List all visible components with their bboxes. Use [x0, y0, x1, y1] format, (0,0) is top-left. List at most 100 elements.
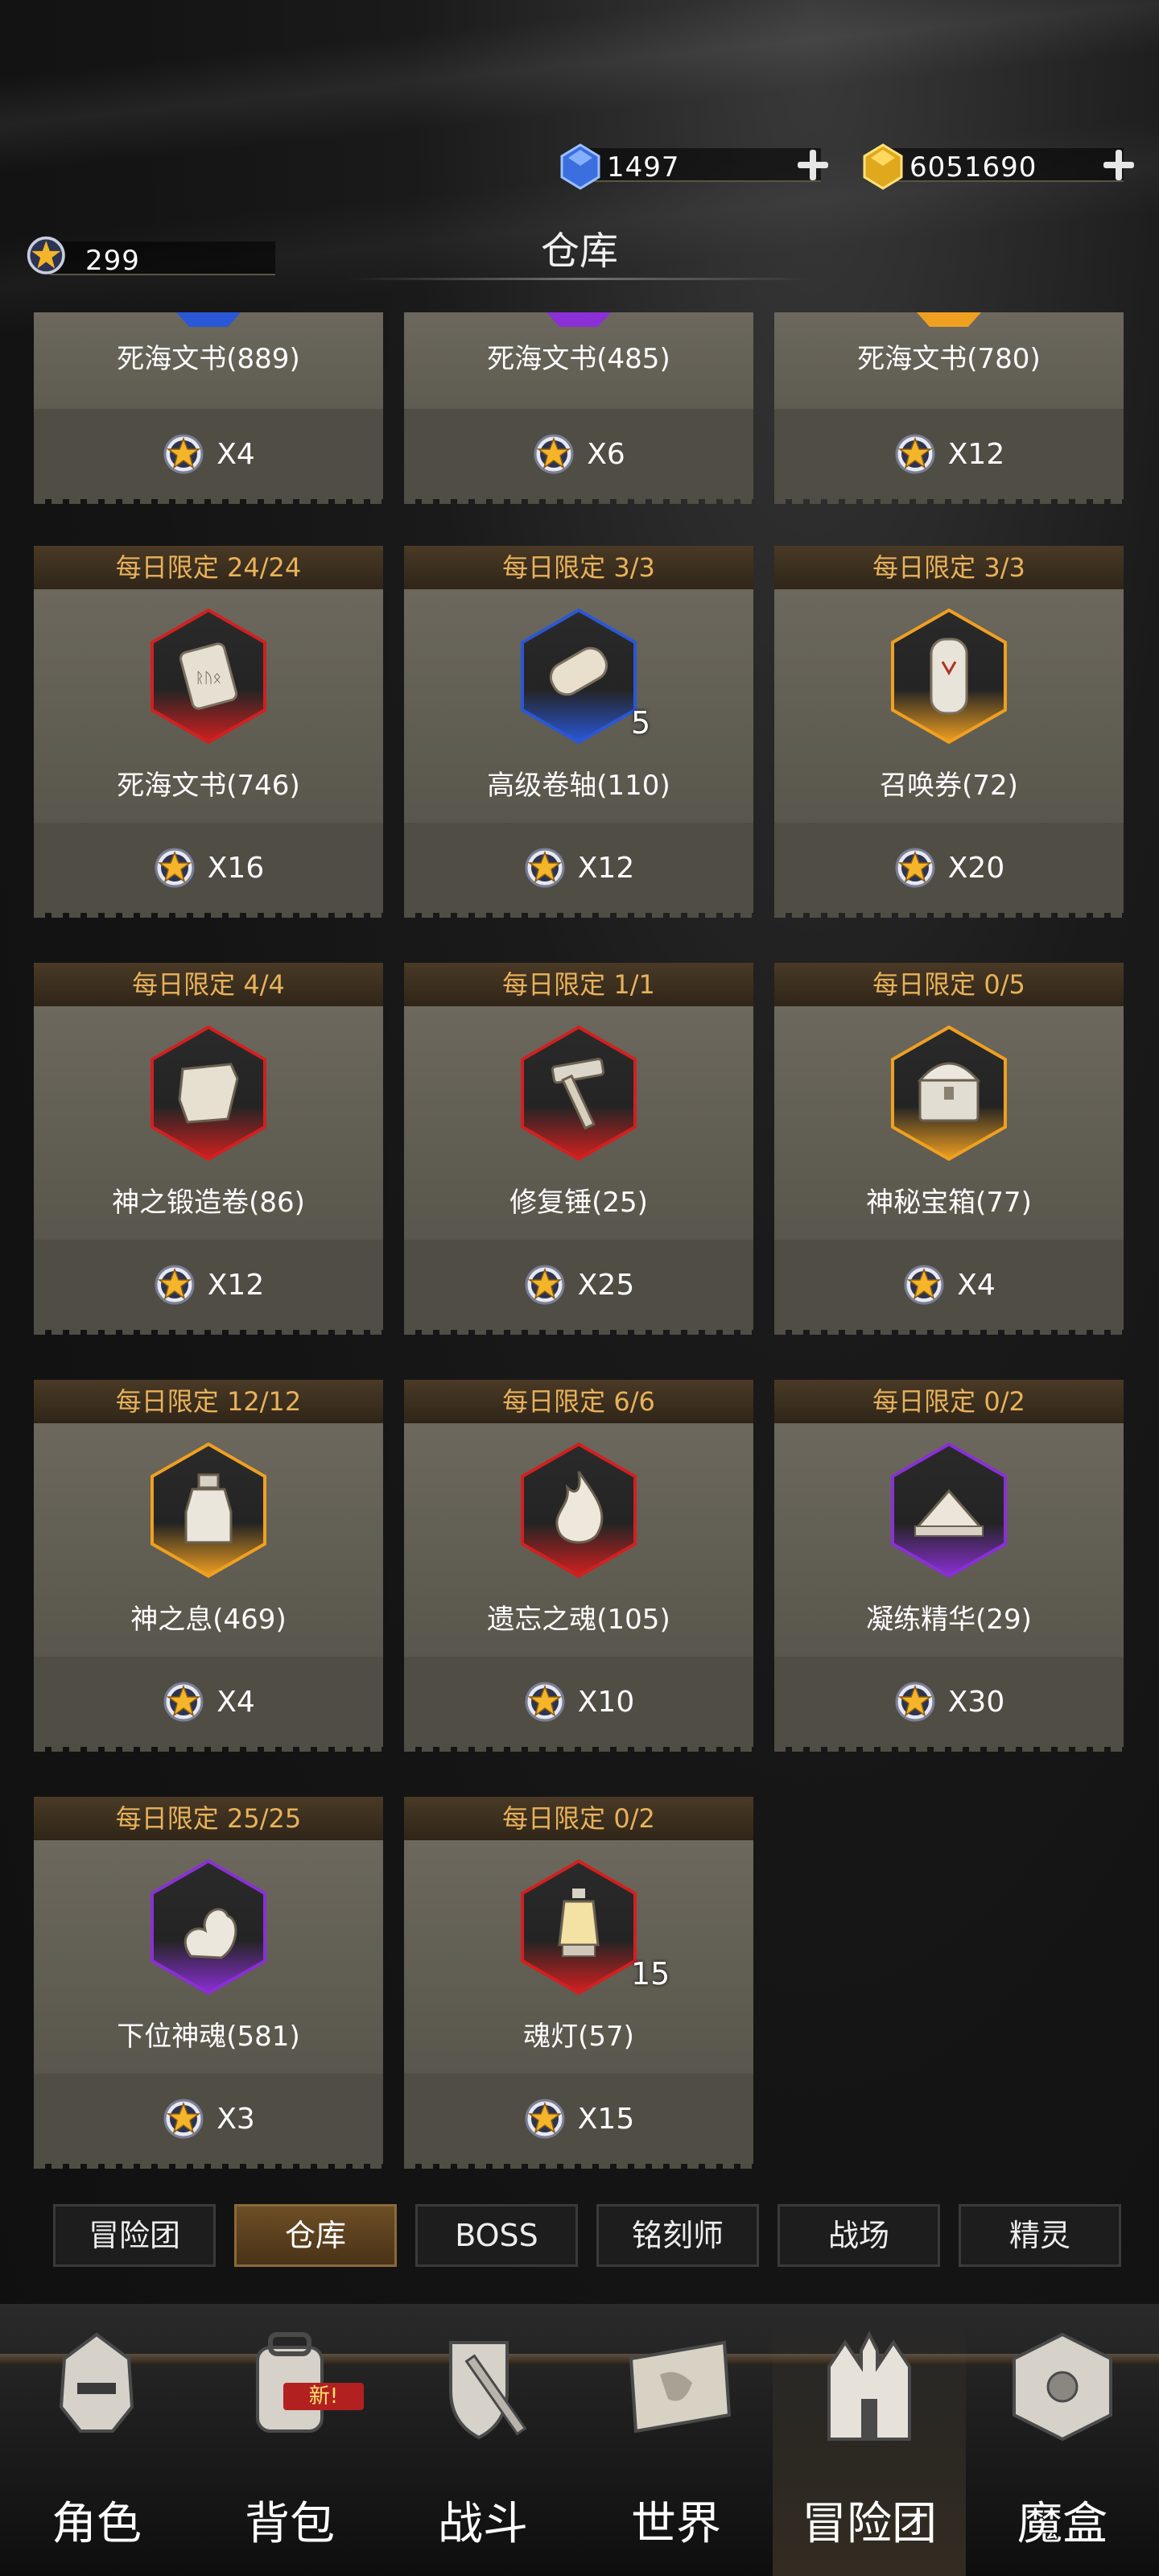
card-edge — [774, 1325, 1124, 1335]
nav-item-backpack[interactable]: 新! 背包 — [193, 2318, 386, 2576]
item-name: 下位神魂(581) — [117, 2021, 300, 2053]
helmet-icon — [59, 2332, 134, 2433]
card-edge — [774, 1742, 1124, 1752]
blue-crystal-icon — [560, 143, 600, 190]
item-price[interactable]: X3 — [34, 2074, 383, 2164]
price-amount: X4 — [217, 437, 255, 471]
card-edge — [34, 1742, 383, 1752]
daily-limit-label: 每日限定 25/25 — [34, 1797, 383, 1840]
nav-label: 背包 — [245, 2498, 335, 2550]
item-price[interactable]: X4 — [34, 1657, 383, 1747]
item-name: 死海文书(746) — [117, 770, 300, 802]
price-amount: X15 — [577, 2102, 635, 2136]
item-name: 高级卷轴(110) — [487, 770, 670, 802]
nav-item-shield-sword[interactable]: 战斗 — [386, 2318, 580, 2576]
daily-limit-label: 每日限定 0/5 — [774, 963, 1124, 1006]
card-edge — [34, 1325, 383, 1335]
daily-limit-label: 每日限定 3/3 — [774, 546, 1124, 589]
daily-limit-label: 每日限定 0/2 — [774, 1380, 1124, 1423]
item-price[interactable]: X4 — [774, 1240, 1124, 1330]
item-card-body: 死海文书(485) X6 — [404, 312, 753, 504]
star-coin-icon — [904, 1265, 944, 1305]
daily-limit-label: 每日限定 3/3 — [404, 546, 753, 589]
item-card-body: 神秘宝箱(77) X4 — [774, 1006, 1124, 1335]
item-price[interactable]: X4 — [34, 409, 383, 499]
item-price[interactable]: X12 — [774, 409, 1124, 499]
price-amount: X4 — [217, 1685, 255, 1719]
star-coin-icon — [525, 2099, 565, 2139]
card-edge — [404, 2159, 753, 2169]
item-card-body: 死海文书(889) X4 — [34, 312, 383, 504]
nav-item-helmet[interactable]: 角色 — [0, 2318, 193, 2576]
price-amount: X30 — [947, 1685, 1005, 1719]
item-card-body: 召唤券(72) X20 — [774, 589, 1124, 918]
nav-item-world-map[interactable]: 世界 — [580, 2318, 773, 2576]
item-card-body: 修复锤(25) X25 — [404, 1006, 753, 1335]
price-amount: X4 — [957, 1268, 996, 1302]
item-name: 魂灯(57) — [523, 2021, 634, 2053]
price-amount: X12 — [947, 437, 1005, 471]
lantern-icon — [521, 1859, 637, 1996]
item-name: 凝练精华(29) — [866, 1604, 1032, 1636]
nav-label: 角色 — [52, 2498, 142, 2550]
item-card-body: 15 魂灯(57) X15 — [404, 1840, 753, 2169]
item-price[interactable]: X25 — [404, 1240, 753, 1330]
magic-cube-icon — [1013, 2332, 1112, 2442]
star-coin-icon — [525, 1265, 565, 1305]
subtab-5[interactable]: 精灵 — [959, 2204, 1121, 2267]
item-card-body: 神之锻造卷(86) X12 — [34, 1006, 383, 1335]
card-edge — [404, 494, 753, 504]
price-amount: X12 — [577, 851, 635, 885]
subtab-2[interactable]: BOSS — [415, 2204, 578, 2267]
essence-pile-icon — [891, 1442, 1007, 1579]
star-coin-icon — [163, 434, 204, 474]
item-name: 召唤券(72) — [880, 770, 1018, 802]
add-crystal-button[interactable] — [794, 147, 831, 184]
item-name: 死海文书(485) — [487, 343, 670, 375]
item-price[interactable]: X16 — [34, 823, 383, 913]
star-coin-icon — [895, 434, 935, 474]
item-card-body: 遗忘之魂(105) X10 — [404, 1423, 753, 1752]
item-price[interactable]: X10 — [404, 1657, 753, 1747]
world-map-icon — [629, 2340, 732, 2434]
nav-label: 冒险团 — [802, 2498, 937, 2550]
scroll-icon — [521, 608, 637, 745]
subtab-0[interactable]: 冒险团 — [53, 2204, 216, 2267]
item-price[interactable]: X12 — [404, 823, 753, 913]
daily-limit-label: 每日限定 6/6 — [404, 1380, 753, 1423]
title-divider — [346, 278, 813, 280]
price-amount: X20 — [947, 851, 1005, 885]
card-edge — [34, 2159, 383, 2169]
nav-item-magic-cube[interactable]: 魔盒 — [966, 2318, 1159, 2576]
rarity-marker — [547, 312, 611, 327]
item-price[interactable]: X30 — [774, 1657, 1124, 1747]
subtab-1[interactable]: 仓库 — [234, 2204, 397, 2267]
rarity-marker — [917, 312, 981, 327]
subtab-3[interactable]: 铭刻师 — [596, 2204, 759, 2267]
price-amount: X25 — [577, 1268, 635, 1302]
item-count: 15 — [631, 1956, 670, 1992]
item-price[interactable]: X12 — [34, 1240, 383, 1330]
item-price[interactable]: X15 — [404, 2074, 753, 2164]
item-price[interactable]: X20 — [774, 823, 1124, 913]
castle-icon — [827, 2330, 911, 2441]
price-amount: X16 — [207, 851, 265, 885]
item-card-body: 5 高级卷轴(110) X12 — [404, 589, 753, 918]
star-coin-icon — [155, 1265, 195, 1305]
item-name: 修复锤(25) — [509, 1187, 648, 1219]
subtab-4[interactable]: 战场 — [777, 2204, 940, 2267]
item-card-body: ᚱᚢᛟ 死海文书(746) X16 — [34, 589, 383, 918]
star-coin-icon — [525, 1682, 565, 1722]
item-price[interactable]: X6 — [404, 409, 753, 499]
nav-label: 世界 — [631, 2498, 721, 2550]
warehouse-subtabs: 冒险团 仓库 BOSS 铭刻师 战场 精灵 — [53, 2204, 1124, 2270]
summon-ticket-icon — [891, 608, 1007, 745]
star-coin-icon — [155, 848, 195, 888]
item-name: 死海文书(780) — [857, 343, 1041, 375]
price-amount: X3 — [217, 2102, 255, 2136]
nav-item-castle[interactable]: 冒险团 — [773, 2318, 966, 2576]
nav-label: 战斗 — [438, 2498, 528, 2550]
item-name: 神之锻造卷(86) — [112, 1187, 305, 1219]
item-card-body: 下位神魂(581) X3 — [34, 1840, 383, 2169]
add-gold-button[interactable] — [1099, 147, 1136, 184]
